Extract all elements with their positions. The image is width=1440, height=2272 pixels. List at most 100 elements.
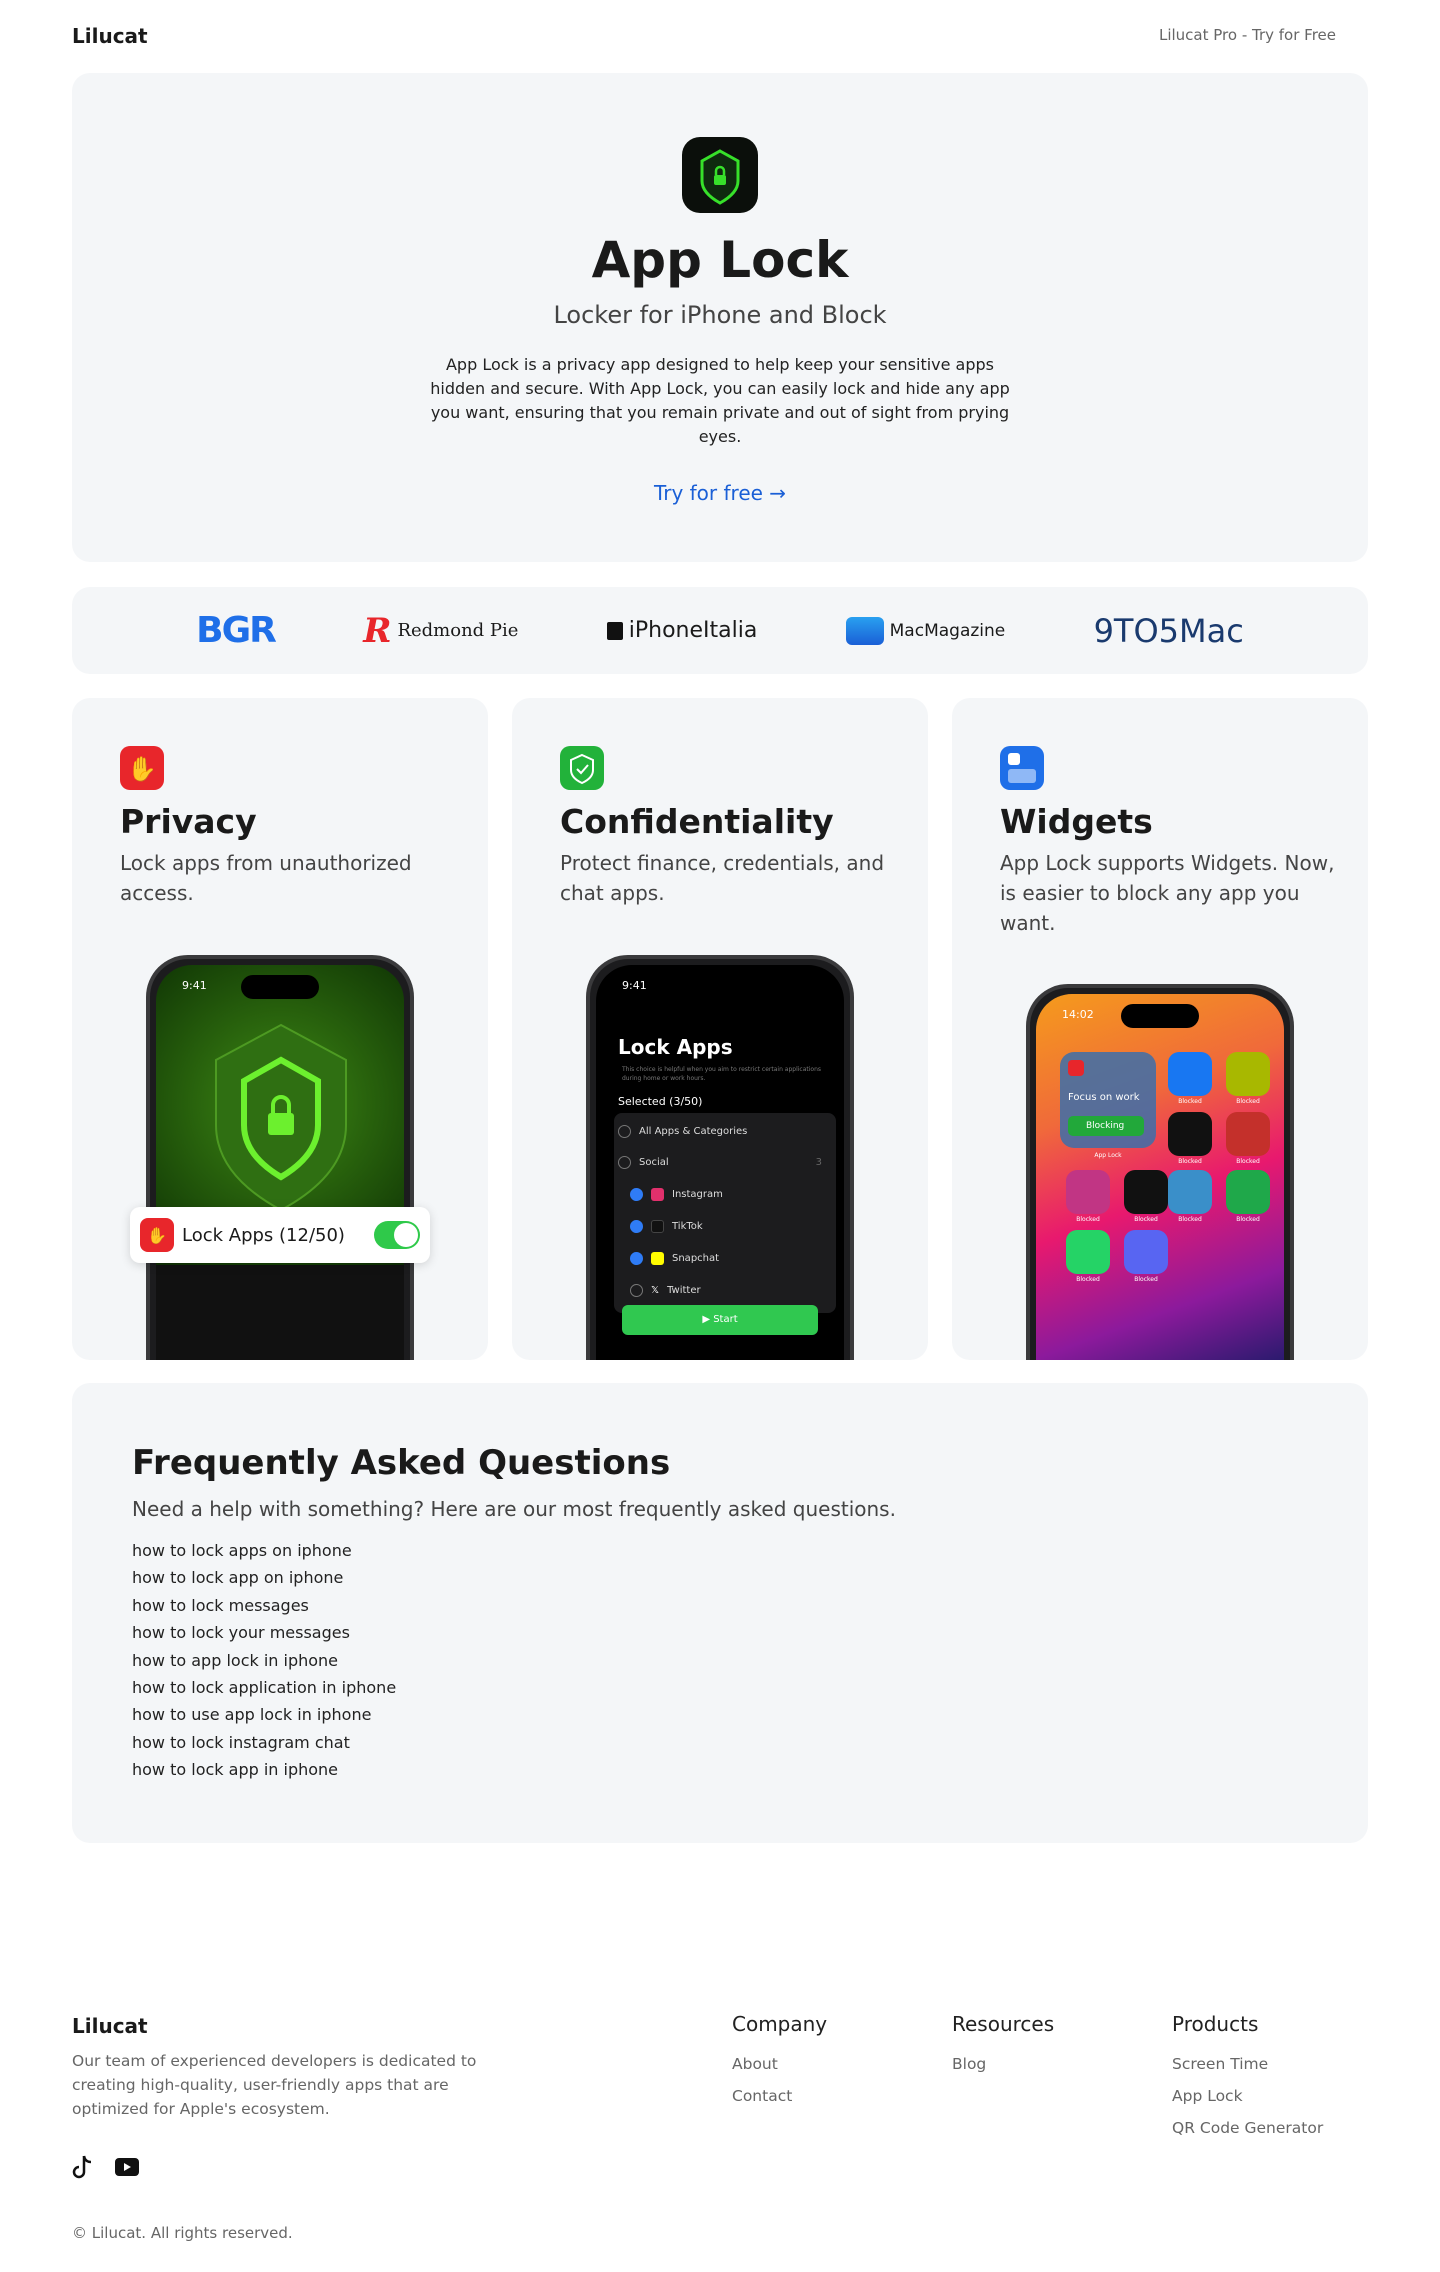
blocked-label: Blocked: [1178, 1216, 1202, 1223]
hand-stop-icon: ✋: [120, 746, 164, 790]
shield-lock-icon: [682, 137, 758, 213]
phone-note: This choice is helpful when you aim to r…: [622, 1066, 822, 1082]
footer-link-qr-code-generator[interactable]: QR Code Generator: [1172, 2112, 1323, 2144]
logo-iphoneitalia: iPhoneItalia: [606, 618, 758, 643]
footer-description: Our team of experienced developers is de…: [72, 2052, 477, 2118]
toggle-label: Lock Apps (12/50): [182, 1224, 345, 1246]
feature-title: Widgets: [1000, 802, 1153, 841]
logo-text: MacMagazine: [889, 620, 1006, 641]
lock-apps-toggle[interactable]: [374, 1221, 420, 1249]
faq-item[interactable]: how to lock app on iphone: [132, 1564, 396, 1591]
logo-9to5mac: 9TO5Mac: [1093, 611, 1244, 650]
hero-description: App Lock is a privacy app designed to he…: [430, 355, 1010, 446]
footer-brand: Lilucat: [72, 2014, 148, 2038]
blocked-label: Blocked: [1134, 1276, 1158, 1283]
blocked-label: Blocked: [1076, 1216, 1100, 1223]
start-button[interactable]: ▶ Start: [622, 1305, 818, 1335]
faq-list: how to lock apps on iphone how to lock a…: [132, 1537, 396, 1784]
widget-title: Focus on work: [1068, 1092, 1140, 1103]
selected-count: Selected (3/50): [618, 1095, 703, 1108]
app-row[interactable]: Instagram: [630, 1178, 822, 1210]
feature-card-privacy: ✋ Privacy Lock apps from unauthorized ac…: [72, 698, 488, 1360]
shield-check-icon: [560, 746, 604, 790]
social-links: [72, 2154, 140, 2184]
app-row[interactable]: TikTok: [630, 1210, 822, 1242]
feature-description: Protect finance, credentials, and chat a…: [560, 851, 885, 905]
faq-item[interactable]: how to lock instagram chat: [132, 1729, 396, 1756]
blocked-app-icon[interactable]: [1226, 1052, 1270, 1096]
faq-item[interactable]: how to lock apps on iphone: [132, 1537, 396, 1564]
phone-heading: Lock Apps: [618, 1035, 733, 1059]
blocked-app-icon[interactable]: [1226, 1112, 1270, 1156]
blocked-app-icon[interactable]: [1226, 1170, 1270, 1214]
phone-mockup: 14:02 Focus on work Blocking App Lock Bl…: [1026, 984, 1294, 1360]
column-title: Resources: [952, 2012, 1055, 2036]
footer-column-resources: Resources Blog: [952, 2012, 1054, 2080]
blocked-app-icon[interactable]: [1168, 1170, 1212, 1214]
status-time: 9:41: [182, 979, 207, 992]
app-row[interactable]: Snapchat: [630, 1242, 822, 1274]
youtube-icon[interactable]: [114, 2157, 140, 2181]
blocked-app-icon[interactable]: [1124, 1170, 1168, 1214]
blocked-app-icon[interactable]: [1066, 1170, 1110, 1214]
blocked-app-icon[interactable]: [1168, 1052, 1212, 1096]
blocked-app-icon[interactable]: [1066, 1230, 1110, 1274]
page-title: App Lock: [591, 231, 849, 289]
faq-item[interactable]: how to lock your messages: [132, 1619, 396, 1646]
app-row[interactable]: 𝕏 Twitter: [630, 1274, 822, 1306]
footer-link-about[interactable]: About: [732, 2048, 827, 2080]
page-subtitle: Locker for iPhone and Block: [553, 301, 887, 329]
press-logos: BGR R Redmond Pie iPhoneItalia MacMagazin…: [72, 587, 1368, 674]
faq-item[interactable]: how to lock application in iphone: [132, 1674, 396, 1701]
logo-bgr: BGR: [196, 610, 277, 651]
blocked-label: Blocked: [1076, 1276, 1100, 1283]
blocked-app-icon[interactable]: [1124, 1230, 1168, 1274]
column-title: Products: [1172, 2012, 1259, 2036]
blocked-label: Blocked: [1236, 1216, 1260, 1223]
try-for-free-link[interactable]: Try for free →: [72, 481, 1368, 505]
logo-redmond-pie: R Redmond Pie: [363, 610, 519, 651]
app-row[interactable]: Social 3: [618, 1146, 822, 1178]
feature-description: App Lock supports Widgets. Now, is easie…: [1000, 851, 1335, 935]
footer-link-app-lock[interactable]: App Lock: [1172, 2080, 1323, 2112]
blocking-button[interactable]: Blocking: [1068, 1116, 1144, 1136]
svg-text:✋: ✋: [127, 755, 157, 783]
app-lock-widget[interactable]: Focus on work Blocking: [1060, 1052, 1156, 1148]
pro-link[interactable]: Lilucat Pro - Try for Free: [1159, 26, 1336, 44]
lock-apps-toggle-card: ✋ Lock Apps (12/50): [130, 1207, 430, 1263]
brand-logo[interactable]: Lilucat: [72, 24, 148, 48]
footer-link-screen-time[interactable]: Screen Time: [1172, 2048, 1323, 2080]
logo-macmagazine: MacMagazine: [845, 616, 1006, 645]
copyright: © Lilucat. All rights reserved.: [72, 2224, 293, 2242]
widget-icon: [1000, 746, 1044, 790]
feature-card-widgets: Widgets App Lock supports Widgets. Now, …: [952, 698, 1368, 1360]
feature-card-confidentiality: Confidentiality Protect finance, credent…: [512, 698, 928, 1360]
faq-subtitle: Need a help with something? Here are our…: [132, 1497, 896, 1521]
footer-link-blog[interactable]: Blog: [952, 2048, 1054, 2080]
blocked-label: Blocked: [1134, 1216, 1158, 1223]
faq-item[interactable]: how to use app lock in iphone: [132, 1701, 396, 1728]
column-title: Company: [732, 2012, 828, 2036]
blocked-label: Blocked: [1178, 1098, 1202, 1105]
faq-item[interactable]: how to lock app in iphone: [132, 1756, 396, 1783]
phone-mockup: 9:41: [146, 955, 414, 1360]
logo-text: iPhoneItalia: [628, 618, 758, 643]
shield-lock-icon: [215, 1023, 347, 1212]
blocked-label: Blocked: [1236, 1098, 1260, 1105]
blocked-app-icon[interactable]: [1168, 1112, 1212, 1156]
feature-description: Lock apps from unauthorized access.: [120, 851, 412, 905]
hero-section: App Lock Locker for iPhone and Block App…: [72, 73, 1368, 562]
faq-item[interactable]: how to lock messages: [132, 1592, 396, 1619]
feature-title: Confidentiality: [560, 802, 834, 841]
footer-link-contact[interactable]: Contact: [732, 2080, 827, 2112]
blocked-label: Blocked: [1236, 1158, 1260, 1165]
app-row[interactable]: All Apps & Categories: [618, 1115, 822, 1147]
status-time: 9:41: [622, 979, 647, 992]
tiktok-icon[interactable]: [72, 2154, 94, 2184]
hand-stop-icon: ✋: [140, 1218, 174, 1252]
faq-title: Frequently Asked Questions: [132, 1443, 671, 1483]
faq-item[interactable]: how to app lock in iphone: [132, 1647, 396, 1674]
faq-section: Frequently Asked Questions Need a help w…: [72, 1383, 1368, 1843]
status-time: 14:02: [1062, 1008, 1094, 1021]
footer-column-company: Company About Contact: [732, 2012, 827, 2112]
